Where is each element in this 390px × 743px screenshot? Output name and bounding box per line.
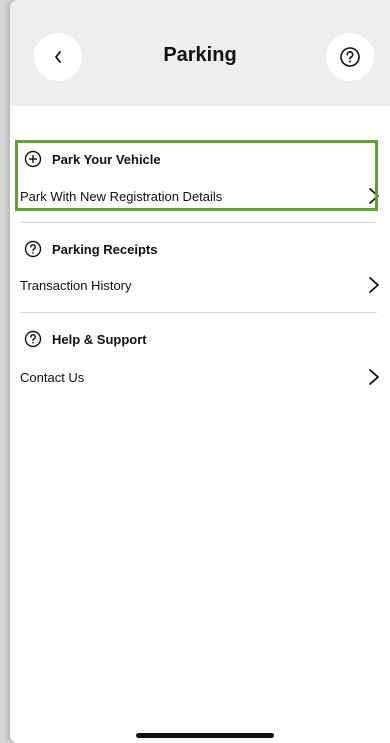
highlight-box xyxy=(15,140,378,211)
question-circle-icon xyxy=(24,240,42,258)
divider xyxy=(20,222,377,223)
row-label: Contact Us xyxy=(20,369,85,385)
chevron-right-icon xyxy=(369,277,379,293)
app-header: Parking xyxy=(10,0,390,106)
section-parking-receipts: Parking Receipts Transaction History xyxy=(20,238,382,296)
section-title: Parking Receipts xyxy=(52,241,158,257)
section-title: Help & Support xyxy=(52,331,147,347)
help-button[interactable] xyxy=(326,33,374,81)
transaction-history-row[interactable]: Transaction History xyxy=(20,274,382,296)
question-circle-icon xyxy=(340,47,360,67)
section-header: Parking Receipts xyxy=(20,238,382,260)
chevron-right-icon xyxy=(369,369,379,385)
contact-us-row[interactable]: Contact Us xyxy=(20,366,382,388)
screen: Parking Park Your Vehicle Park With New … xyxy=(10,0,390,743)
question-circle-icon xyxy=(24,330,42,348)
home-indicator[interactable] xyxy=(136,733,274,738)
divider xyxy=(20,312,377,313)
section-header: Help & Support xyxy=(20,328,382,350)
row-label: Transaction History xyxy=(20,277,132,293)
section-help-support: Help & Support Contact Us xyxy=(20,328,382,388)
